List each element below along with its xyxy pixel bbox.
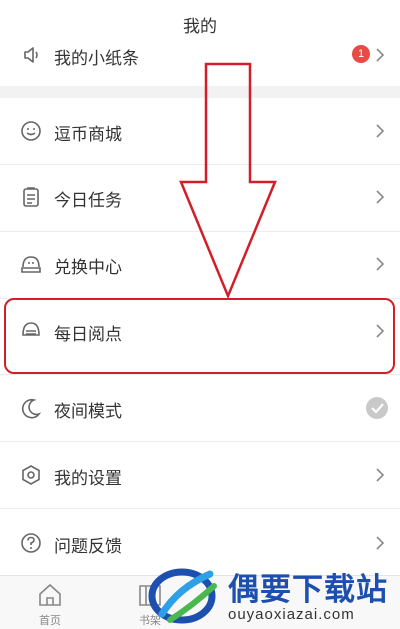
unread-badge: 1 bbox=[352, 45, 370, 63]
menu-item-label: 夜间模式 bbox=[54, 402, 122, 422]
chevron-right-icon bbox=[376, 124, 385, 138]
menu-item-label: 我的设置 bbox=[54, 469, 122, 489]
moon-icon bbox=[21, 398, 42, 419]
checkmark-icon bbox=[371, 403, 384, 414]
page-header: 我的 bbox=[0, 0, 400, 44]
clipboard-icon bbox=[23, 187, 39, 207]
watermark-text: 偶要下载站 bbox=[228, 572, 388, 608]
menu-item-label: 今日任务 bbox=[54, 191, 122, 211]
chevron-right-icon bbox=[376, 536, 385, 550]
night-mode-toggle[interactable] bbox=[366, 397, 388, 419]
chevron-right-icon bbox=[376, 48, 385, 62]
exchange-face-icon bbox=[21, 256, 41, 273]
menu-item-label: 问题反馈 bbox=[54, 537, 122, 557]
chevron-right-icon bbox=[376, 190, 385, 204]
smile-coin-icon bbox=[21, 121, 41, 141]
home-icon bbox=[39, 583, 61, 606]
settings-hexagon-icon bbox=[22, 465, 40, 485]
help-icon bbox=[21, 533, 41, 553]
chevron-right-icon bbox=[376, 468, 385, 482]
watermark-logo bbox=[148, 568, 217, 624]
speaker-icon bbox=[24, 47, 38, 63]
menu-item-night-mode[interactable]: 夜间模式 bbox=[0, 375, 400, 441]
tab-home[interactable]: 首页 bbox=[0, 576, 100, 629]
tab-label: 首页 bbox=[39, 614, 61, 627]
highlight-box bbox=[4, 298, 395, 374]
watermark: 偶要下载站 ouyaoxiazai.com bbox=[142, 560, 400, 629]
menu-item-label: 兑换中心 bbox=[54, 258, 122, 278]
menu-item-label: 逗币商城 bbox=[54, 125, 122, 145]
page-title: 我的 bbox=[183, 17, 217, 37]
arrow-annotation bbox=[179, 62, 277, 300]
watermark-url: ouyaoxiazai.com bbox=[228, 606, 355, 623]
menu-item-label: 我的小纸条 bbox=[54, 49, 139, 69]
chevron-right-icon bbox=[376, 257, 385, 271]
menu-item-settings[interactable]: 我的设置 bbox=[0, 442, 400, 508]
